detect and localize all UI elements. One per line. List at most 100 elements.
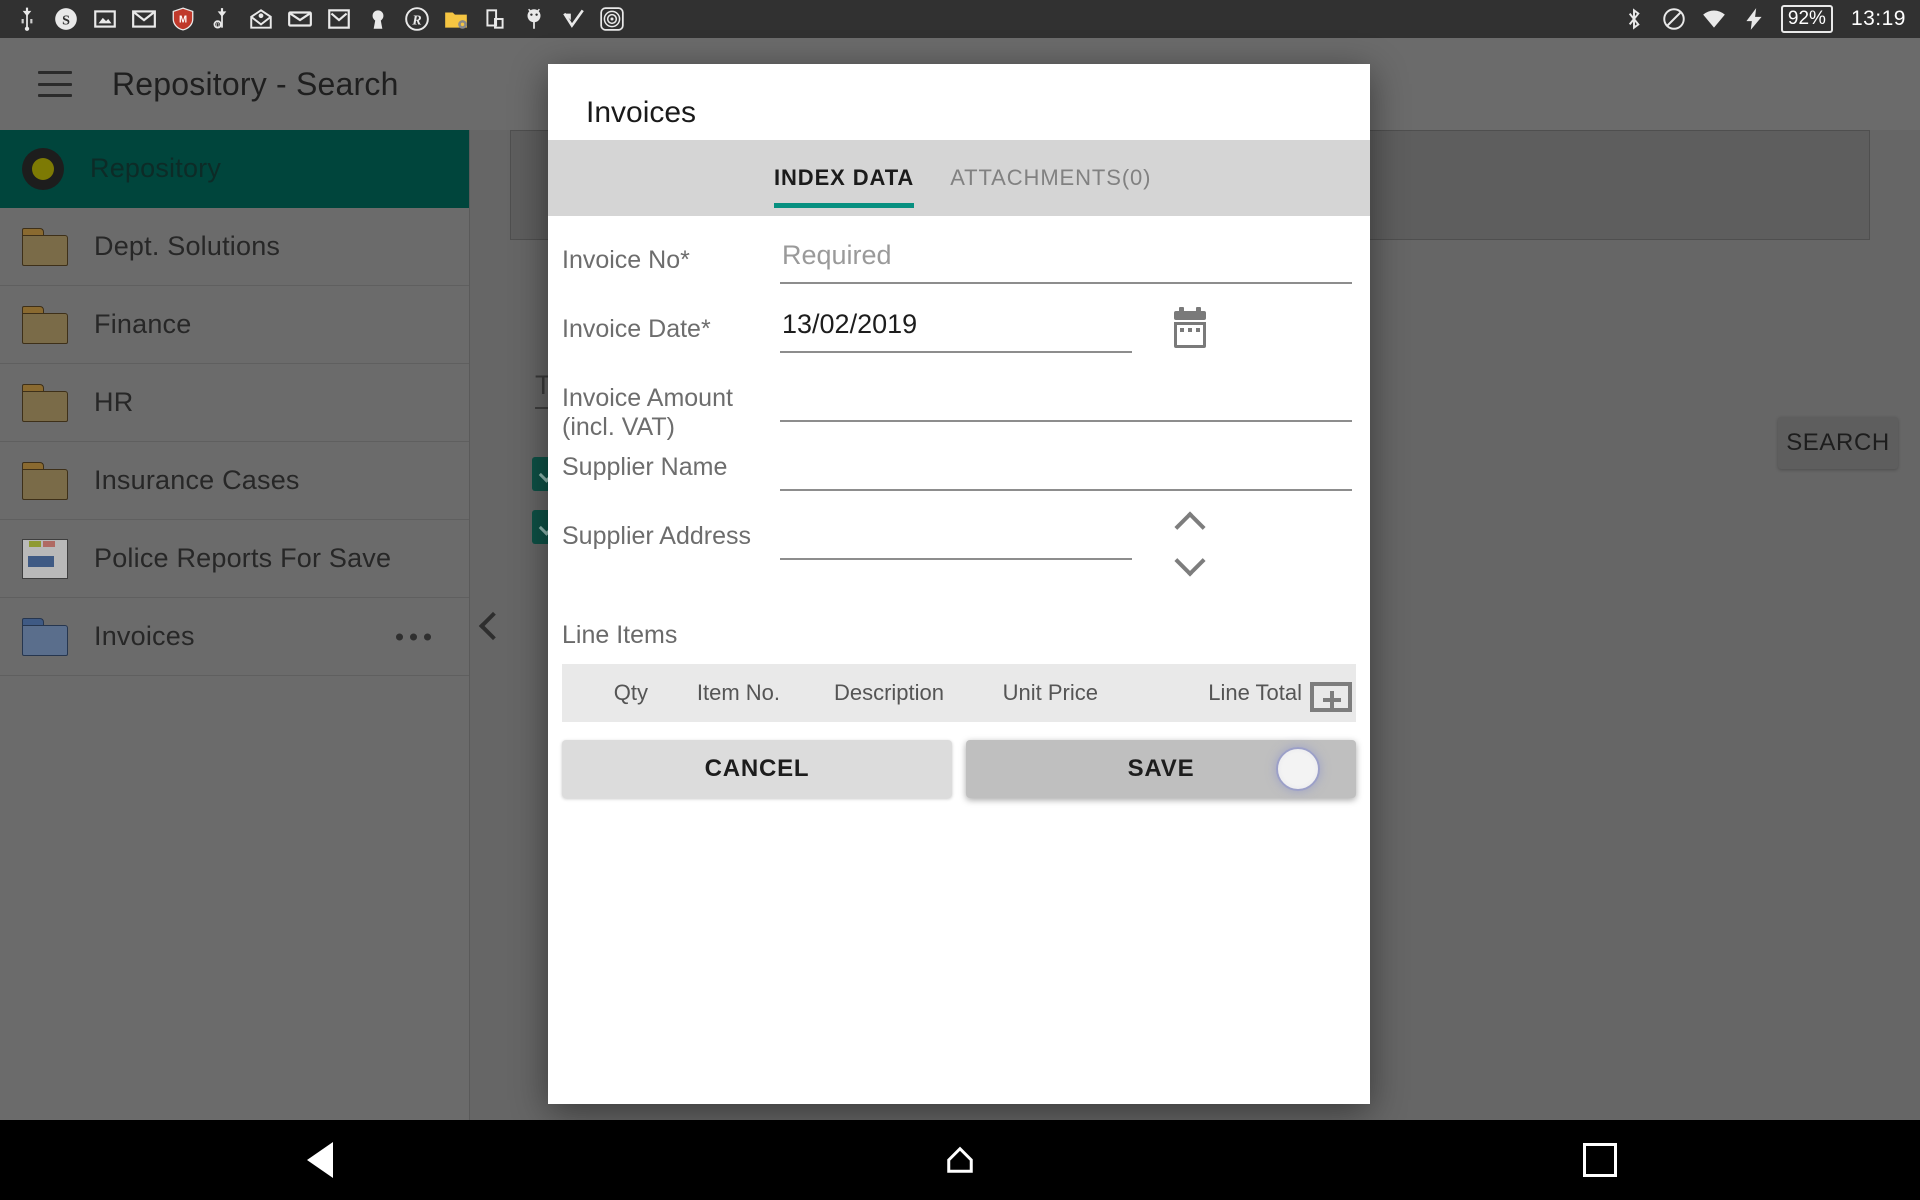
- invoices-dialog: Invoices INDEX DATA ATTACHMENTS(0) Invoi…: [548, 64, 1370, 1104]
- gmail-outline-icon: [326, 6, 352, 32]
- svg-text:S: S: [62, 12, 70, 28]
- dialog-action-bar: CANCEL SAVE: [562, 740, 1356, 798]
- dialog-tab-bar: INDEX DATA ATTACHMENTS(0): [548, 140, 1370, 216]
- column-header-item-no: Item No.: [648, 680, 780, 706]
- dialog-body: Invoice No* Required Invoice Date* 13/02…: [548, 216, 1370, 798]
- field-row-supplier-name: Supplier Name: [548, 447, 1370, 516]
- save-button-label: SAVE: [1128, 755, 1195, 783]
- folder-icon: [22, 462, 68, 500]
- tab-index-data[interactable]: INDEX DATA: [774, 140, 914, 216]
- add-row-icon[interactable]: [1310, 676, 1352, 712]
- sidebar-collapse-button[interactable]: [476, 596, 510, 656]
- sidebar-item-label: Dept. Solutions: [94, 231, 280, 262]
- field-row-supplier-address: Supplier Address: [548, 516, 1370, 585]
- svg-text:0: 0: [216, 22, 220, 29]
- mcafee-shield-icon: M: [170, 6, 196, 32]
- tab-label: INDEX DATA: [774, 165, 914, 191]
- column-header-qty: Qty: [562, 680, 648, 706]
- cancel-button[interactable]: CANCEL: [562, 740, 952, 798]
- hamburger-menu-icon[interactable]: [38, 71, 72, 97]
- wifi-icon: [1701, 6, 1727, 32]
- sidebar-item-label: Invoices: [94, 621, 195, 652]
- home-icon: [945, 1145, 975, 1175]
- bluetooth-icon: [1621, 6, 1647, 32]
- nav-home-button[interactable]: [860, 1120, 1060, 1200]
- chevron-up-icon: [1174, 511, 1205, 542]
- invoice-amount-input[interactable]: [780, 378, 1352, 422]
- sidebar-item-label: Finance: [94, 309, 191, 340]
- line-items-table-header: Qty Item No. Description Unit Price Line…: [562, 664, 1356, 722]
- s-badge-icon: S: [53, 6, 79, 32]
- sidebar-item-finance[interactable]: Finance: [0, 286, 469, 364]
- status-bar-system-icons: 92% 13:19: [1621, 5, 1906, 33]
- device-transfer-icon: [482, 6, 508, 32]
- invoice-date-input[interactable]: 13/02/2019: [780, 309, 1132, 353]
- image-icon: [92, 6, 118, 32]
- mail-icon: [287, 6, 313, 32]
- tab-attachments[interactable]: ATTACHMENTS(0): [950, 140, 1151, 216]
- folder-gear-icon: [443, 6, 469, 32]
- folder-icon: [22, 228, 68, 266]
- sidebar-item-dept-solutions[interactable]: Dept. Solutions: [0, 208, 469, 286]
- gmail-icon: [131, 6, 157, 32]
- field-label: Invoice Amount (incl. VAT): [548, 378, 780, 442]
- search-button[interactable]: SEARCH: [1778, 417, 1898, 469]
- do-not-disturb-icon: [1661, 6, 1687, 32]
- back-triangle-icon: [307, 1142, 333, 1178]
- chevron-left-icon: [479, 612, 507, 640]
- chevron-down-icon: [1174, 545, 1205, 576]
- radio-dot-icon: [22, 148, 64, 190]
- sidebar-item-label: HR: [94, 387, 133, 418]
- sidebar-item-label: Insurance Cases: [94, 465, 300, 496]
- field-label: Supplier Address: [548, 516, 780, 551]
- line-items-label: Line Items: [548, 621, 1370, 650]
- sidebar-item-insurance-cases[interactable]: Insurance Cases: [0, 442, 469, 520]
- field-row-invoice-amount: Invoice Amount (incl. VAT): [548, 378, 1370, 447]
- dialog-title: Invoices: [548, 64, 1370, 140]
- recents-square-icon: [1583, 1143, 1617, 1177]
- field-row-invoice-date: Invoice Date* 13/02/2019: [548, 309, 1370, 378]
- supplier-name-input[interactable]: [780, 447, 1352, 491]
- document-folder-icon: [22, 539, 68, 579]
- status-bar-clock: 13:19: [1851, 7, 1906, 31]
- calendar-icon[interactable]: [1170, 311, 1210, 351]
- tab-label: ATTACHMENTS(0): [950, 165, 1151, 191]
- field-row-invoice-no: Invoice No* Required: [548, 240, 1370, 309]
- spinner-updown-icon[interactable]: [1170, 516, 1210, 572]
- svg-text:R: R: [411, 12, 421, 28]
- battery-percent-label: 92%: [1788, 8, 1826, 29]
- sidebar-item-label: Repository: [90, 153, 221, 184]
- page-title: Repository - Search: [112, 66, 399, 103]
- more-horizontal-icon[interactable]: [396, 633, 431, 640]
- r-circle-icon: R: [404, 6, 430, 32]
- android-icon: [521, 6, 547, 32]
- battery-percent-badge: 92%: [1781, 5, 1833, 33]
- status-bar: S M 0 R 92% 13:19: [0, 0, 1920, 38]
- usb-icon: [14, 6, 40, 32]
- invoice-no-input[interactable]: Required: [780, 240, 1352, 284]
- field-label: Invoice No*: [548, 240, 780, 275]
- supplier-address-input[interactable]: [780, 516, 1132, 560]
- sidebar-item-invoices[interactable]: Invoices: [0, 598, 469, 676]
- field-label: Invoice Date*: [548, 309, 780, 344]
- nav-back-button[interactable]: [220, 1120, 420, 1200]
- android-screen: S M 0 R 92% 13:19: [0, 0, 1920, 1200]
- column-header-line-total: Line Total: [1098, 680, 1302, 706]
- save-button[interactable]: SAVE: [966, 740, 1356, 798]
- field-label: Supplier Name: [548, 447, 780, 482]
- sidebar-item-label: Police Reports For Save: [94, 543, 391, 574]
- folder-icon: [22, 306, 68, 344]
- sidebar-item-police-reports-for-save[interactable]: Police Reports For Save: [0, 520, 469, 598]
- touch-ripple-indicator: [1276, 747, 1320, 791]
- android-navigation-bar: [0, 1120, 1920, 1200]
- charging-bolt-icon: [1741, 6, 1767, 32]
- status-bar-notification-icons: S M 0 R: [14, 6, 1621, 32]
- nav-recents-button[interactable]: [1500, 1120, 1700, 1200]
- sidebar-item-repository[interactable]: Repository: [0, 130, 469, 208]
- keyhole-icon: [365, 6, 391, 32]
- usb-debug-icon: 0: [209, 6, 235, 32]
- svg-text:M: M: [179, 14, 187, 25]
- open-mail-icon: [248, 6, 274, 32]
- sidebar-item-hr[interactable]: HR: [0, 364, 469, 442]
- target-circle-icon: [599, 6, 625, 32]
